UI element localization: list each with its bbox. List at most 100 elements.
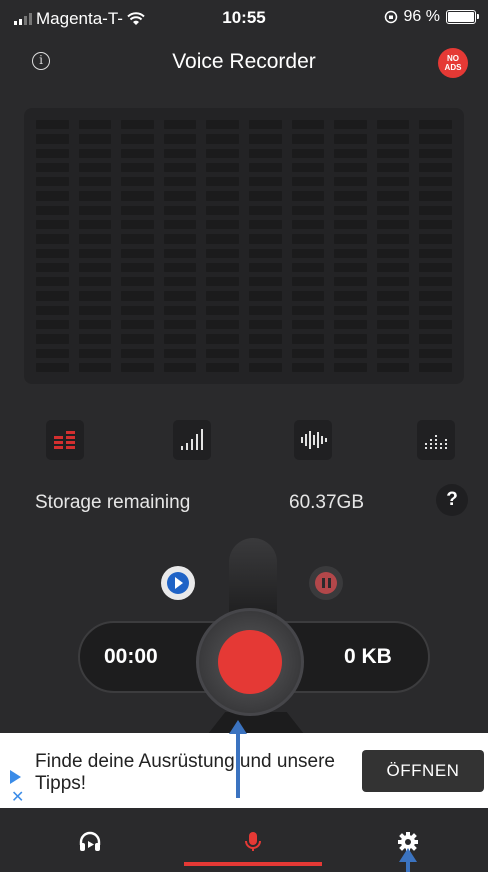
ad-close-icon[interactable]: ✕ [11, 787, 24, 807]
meter-cell [206, 205, 239, 215]
meter-cell [206, 262, 239, 273]
meter-cell [163, 219, 197, 230]
meter-cell [206, 177, 239, 187]
meter-cell [334, 148, 367, 158]
ad-open-button[interactable]: ÖFFNEN [362, 750, 484, 792]
meter-cell [163, 177, 197, 187]
meter-cell [334, 248, 367, 258]
meter-cell [291, 219, 325, 230]
meter-cell [206, 277, 239, 287]
meter-cell [419, 348, 452, 358]
mic-stand-graphic [229, 538, 277, 616]
meter-cell [121, 305, 154, 315]
meter-cell [36, 362, 69, 373]
meter-cell [419, 205, 452, 215]
status-bar: Magenta-T- 10:55 96 % [0, 0, 488, 36]
pause-button[interactable] [309, 566, 343, 600]
mode-spectrum-button[interactable] [46, 420, 84, 460]
meter-cell [248, 205, 282, 215]
meter-cell [376, 305, 410, 315]
meter-cell [334, 234, 367, 244]
meter-cell [121, 262, 154, 273]
meter-cell [419, 219, 452, 230]
file-size: 0 KB [344, 645, 392, 668]
meter-cell [163, 291, 197, 301]
meter-cell [78, 319, 112, 330]
meter-cell [248, 134, 282, 144]
signal-bars-icon [181, 429, 203, 450]
spectrum-bars-icon [54, 431, 75, 449]
meter-cell [36, 334, 69, 344]
mode-signal-button[interactable] [173, 420, 211, 460]
meter-cell [121, 205, 154, 215]
meter-cell [419, 162, 452, 173]
mode-dots-button[interactable] [417, 420, 455, 460]
meter-cell [121, 334, 154, 344]
meter-cell [376, 277, 410, 287]
meter-cell [121, 248, 154, 258]
dot-bars-icon [425, 435, 447, 449]
meter-cell [334, 177, 367, 187]
meter-cell [291, 205, 325, 215]
meter-cell [163, 248, 197, 258]
meter-cell [163, 262, 197, 273]
meter-cell [291, 234, 325, 244]
meter-cell [78, 305, 112, 315]
meter-cell [78, 219, 112, 230]
meter-column [36, 120, 69, 373]
meter-cell [291, 120, 325, 130]
meter-cell [334, 348, 367, 358]
meter-cell [206, 291, 239, 301]
meter-cell [419, 120, 452, 130]
meter-cell [78, 191, 112, 201]
meter-cell [248, 262, 282, 273]
level-meter [24, 108, 464, 384]
meter-cell [163, 120, 197, 130]
app-header: i Voice Recorder NO ADS [0, 36, 488, 92]
annotation-arrow-settings [399, 848, 417, 872]
meter-cell [248, 219, 282, 230]
meter-cell [163, 191, 197, 201]
meter-cell [36, 305, 69, 315]
adchoices-icon[interactable] [10, 770, 21, 784]
meter-cell [334, 319, 367, 330]
app-screen: i Voice Recorder NO ADS Storage remainin… [0, 36, 488, 734]
meter-cell [206, 305, 239, 315]
meter-cell [36, 162, 69, 173]
storage-label: Storage remaining [35, 492, 191, 513]
meter-cell [334, 305, 367, 315]
meter-cell [248, 177, 282, 187]
meter-cell [334, 291, 367, 301]
meter-cell [419, 334, 452, 344]
meter-cell [376, 234, 410, 244]
meter-cell [419, 134, 452, 144]
meter-cell [334, 362, 367, 373]
meter-cell [291, 319, 325, 330]
battery-icon [446, 10, 479, 24]
meter-cell [334, 162, 367, 173]
page-title: Voice Recorder [172, 50, 316, 73]
meter-column [419, 120, 452, 373]
meter-cell [78, 162, 112, 173]
meter-cell [248, 348, 282, 358]
play-button[interactable] [161, 566, 195, 600]
meter-cell [334, 191, 367, 201]
record-button[interactable] [196, 608, 304, 716]
meter-cell [291, 248, 325, 258]
microphone-icon [245, 832, 261, 851]
meter-cell [248, 362, 282, 373]
meter-cell [78, 177, 112, 187]
meter-cell [163, 362, 197, 373]
tab-playback[interactable] [70, 822, 110, 862]
tab-record[interactable] [233, 822, 273, 862]
meter-cell [376, 348, 410, 358]
help-button[interactable]: ? [436, 484, 468, 516]
meter-cell [248, 162, 282, 173]
meter-cell [78, 148, 112, 158]
no-ads-button[interactable]: NO ADS [438, 48, 468, 78]
meter-cell [121, 162, 154, 173]
meter-cell [78, 205, 112, 215]
mode-waveform-button[interactable] [294, 420, 332, 460]
meter-cell [376, 319, 410, 330]
meter-cell [121, 191, 154, 201]
